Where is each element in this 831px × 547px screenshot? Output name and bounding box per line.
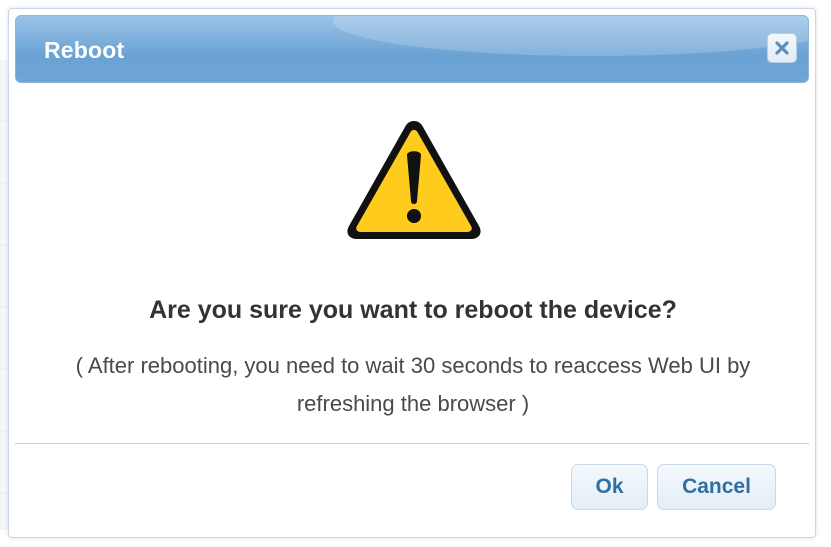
- close-button[interactable]: [767, 33, 797, 63]
- close-icon: [775, 41, 789, 55]
- footer-divider: [15, 443, 809, 444]
- warning-triangle-icon: [347, 121, 481, 239]
- confirmation-question: Are you sure you want to reboot the devi…: [149, 296, 677, 324]
- background-page-edge: [0, 60, 8, 530]
- ok-button[interactable]: Ok: [571, 464, 648, 510]
- cancel-button[interactable]: Cancel: [657, 464, 776, 510]
- reboot-note: ( After rebooting, you need to wait 30 s…: [75, 353, 751, 416]
- dialog-titlebar[interactable]: Reboot: [15, 15, 809, 83]
- reboot-dialog: Reboot Are you sure you want to reboot t…: [8, 8, 816, 538]
- dialog-title: Reboot: [44, 37, 125, 63]
